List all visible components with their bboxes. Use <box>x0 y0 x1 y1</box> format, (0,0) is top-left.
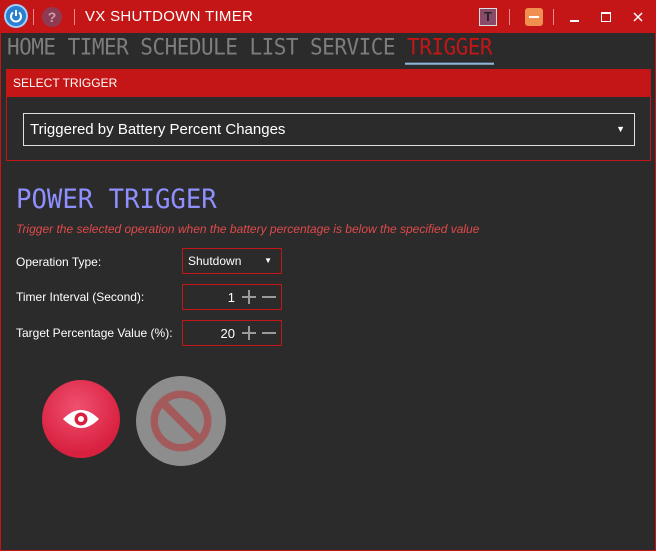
select-trigger-panel: SELECT TRIGGER Triggered by Battery Perc… <box>6 69 651 161</box>
operation-type-label: Operation Type: <box>16 255 102 269</box>
tab-timer[interactable]: TIMER <box>66 33 131 62</box>
minimize-icon <box>569 20 579 22</box>
window-title: VX SHUTDOWN TIMER <box>85 8 254 25</box>
maximize-icon <box>601 12 611 22</box>
minus-icon[interactable] <box>261 325 277 341</box>
no-entry-icon <box>150 390 212 452</box>
close-button[interactable] <box>626 5 650 29</box>
palette-icon <box>525 8 543 26</box>
section-description: Trigger the selected operation when the … <box>16 222 480 236</box>
main-tabs: HOME TIMER SCHEDULE LIST SERVICE TRIGGER <box>5 33 502 65</box>
tab-service[interactable]: SERVICE <box>308 33 397 62</box>
tab-schedule[interactable]: SCHEDULE <box>138 33 239 62</box>
operation-type-value: Shutdown <box>188 254 242 268</box>
app-window: ? VX SHUTDOWN TIMER T HOME TIMER SCHEDUL… <box>0 0 656 551</box>
maximize-button[interactable] <box>594 5 618 29</box>
tab-home[interactable]: HOME <box>5 33 58 62</box>
trigger-type-value: Triggered by Battery Percent Changes <box>30 121 286 138</box>
title-separator <box>509 9 510 25</box>
badge-icon: T <box>479 8 497 26</box>
timer-interval-stepper[interactable]: 1 <box>182 284 282 310</box>
trigger-type-dropdown[interactable]: Triggered by Battery Percent Changes ▼ <box>23 113 635 146</box>
target-percentage-label: Target Percentage Value (%): <box>16 326 173 340</box>
start-monitoring-button[interactable] <box>42 380 120 458</box>
tab-trigger[interactable]: TRIGGER <box>405 33 495 65</box>
tab-list[interactable]: LIST <box>247 33 300 62</box>
topmost-badge-button[interactable]: T <box>476 5 500 29</box>
section-title: POWER TRIGGER <box>16 184 217 215</box>
help-icon[interactable]: ? <box>42 7 62 27</box>
target-percentage-value[interactable]: 20 <box>183 326 241 341</box>
target-percentage-stepper[interactable]: 20 <box>182 320 282 346</box>
caret-down-icon: ▼ <box>616 124 625 134</box>
minimize-button[interactable] <box>562 5 586 29</box>
minus-icon[interactable] <box>261 289 277 305</box>
skin-button[interactable] <box>522 5 546 29</box>
title-bar: ? VX SHUTDOWN TIMER T <box>1 1 655 33</box>
title-separator <box>74 9 75 25</box>
stop-monitoring-button[interactable] <box>136 376 226 466</box>
plus-icon[interactable] <box>241 325 257 341</box>
timer-interval-label: Timer Interval (Second): <box>16 290 145 304</box>
power-icon[interactable] <box>4 4 28 28</box>
caret-down-icon: ▼ <box>264 256 272 265</box>
plus-icon[interactable] <box>241 289 257 305</box>
timer-interval-value[interactable]: 1 <box>183 290 241 305</box>
title-separator <box>33 9 34 25</box>
title-separator <box>553 9 554 25</box>
select-trigger-header: SELECT TRIGGER <box>7 70 650 97</box>
eye-icon <box>63 410 99 428</box>
close-icon <box>633 12 643 22</box>
operation-type-select[interactable]: Shutdown ▼ <box>182 248 282 274</box>
